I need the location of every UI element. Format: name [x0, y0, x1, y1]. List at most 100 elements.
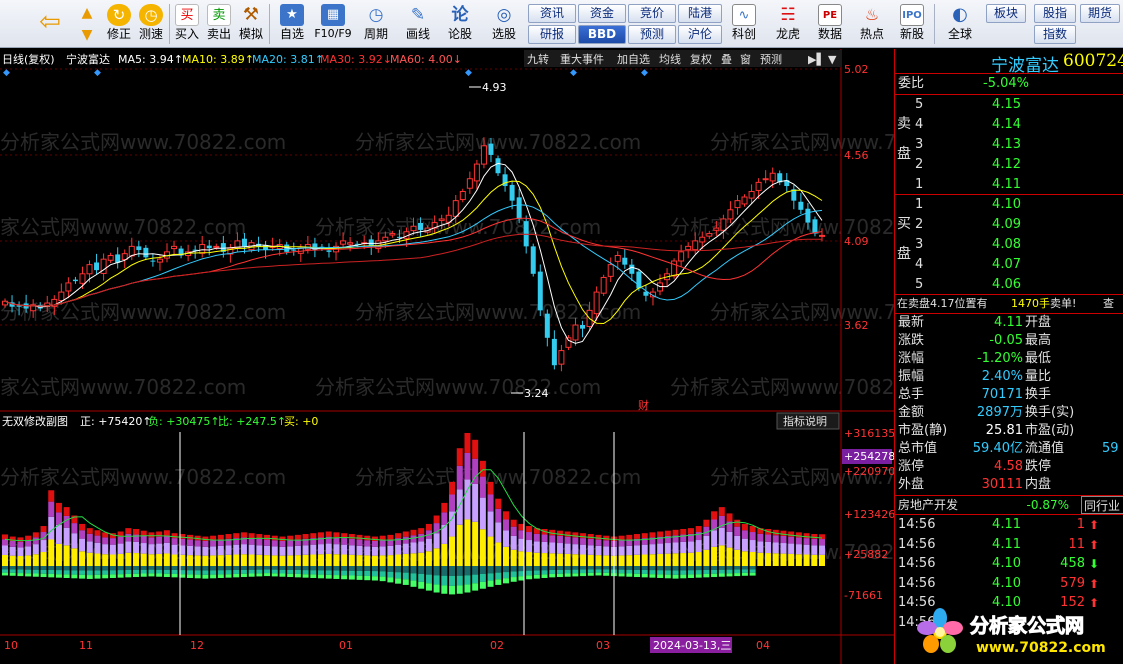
sell-price[interactable]: 4.12 — [975, 156, 1021, 174]
auction-button[interactable]: 竞价 — [628, 4, 676, 23]
indicator-negative-bar — [572, 566, 579, 570]
longhu-button[interactable]: ☵ 龙虎 — [768, 2, 808, 46]
financial-event-marker[interactable]: 财 — [638, 398, 649, 412]
sector-tab[interactable]: 同行业 — [1081, 496, 1123, 514]
global-button[interactable]: ◐ 全球 — [938, 2, 982, 46]
indicator-negative-bar — [325, 570, 332, 575]
indicator-negative-bar — [387, 571, 394, 578]
draw-line-button[interactable]: ✎ 画线 — [400, 2, 436, 46]
sector-button[interactable]: 板块 — [986, 4, 1026, 23]
indicator-positive-bar — [418, 552, 425, 566]
buy-price[interactable]: 4.08 — [975, 236, 1021, 254]
hk-connect-button[interactable]: 陆港 — [678, 4, 722, 23]
kechuang-button[interactable]: ∿ 科创 — [726, 2, 762, 46]
indicator-negative-bar — [364, 570, 371, 576]
buy-level-row: 1 4.10 — [895, 196, 1123, 214]
indicator-tick: -71661 — [844, 589, 883, 602]
funds-button[interactable]: 资金 — [578, 4, 626, 23]
stat-label-right: 跌停 — [1025, 459, 1052, 474]
buy-price[interactable]: 4.07 — [975, 256, 1021, 274]
tool-dropdown-icon[interactable]: ▼ — [828, 53, 837, 66]
notice-text: 在卖盘4.17位置有 — [897, 297, 988, 310]
indicator-negative-bar — [125, 566, 132, 570]
shanghai-london-button[interactable]: 沪伦 — [678, 25, 722, 44]
sell-price[interactable]: 4.15 — [975, 96, 1021, 114]
kline-svg[interactable]: 分析家公式网www.70822.com 分析家公式网www.70822.com 分析… — [0, 49, 894, 664]
stat-row: 总市值 59.40亿 流通值 — [895, 440, 1123, 458]
tool-major-events[interactable]: 重大事件 — [560, 52, 604, 66]
notice-query-button[interactable]: 查 — [1103, 295, 1114, 313]
hot-button[interactable]: ♨ 热点 — [854, 2, 890, 46]
indicator-negative-bar — [371, 566, 378, 572]
up-down-button[interactable]: ▲ ▼ — [72, 2, 102, 46]
indicator-positive-bar — [587, 534, 594, 539]
sell-price[interactable]: 4.14 — [975, 116, 1021, 134]
tool-window[interactable]: 窗 — [740, 52, 751, 66]
simulate-button[interactable]: ⚒ 模拟 — [236, 2, 266, 46]
fix-button[interactable]: ↻ 修正 — [104, 2, 134, 46]
buy-button[interactable]: 买 买入 — [172, 2, 202, 46]
indicator-negative-bar — [595, 572, 602, 576]
back-button[interactable]: ⇦ — [34, 2, 66, 46]
stock-index-button[interactable]: 股指 — [1034, 4, 1076, 23]
buy-level-number: 5 — [915, 277, 924, 292]
indicator-positive-bar — [148, 537, 155, 545]
sell-price[interactable]: 4.13 — [975, 136, 1021, 154]
indicator-negative-bar — [603, 569, 610, 573]
candle-body — [128, 245, 135, 257]
tool-ma[interactable]: 均线 — [659, 52, 681, 66]
indicator-positive-bar — [271, 555, 278, 566]
tool-expand-icon[interactable]: ▶▌ — [808, 52, 825, 66]
tick-time: 14:56 — [898, 556, 936, 571]
news-button[interactable]: 资讯 — [528, 4, 576, 23]
indicator-positive-bar — [695, 526, 702, 533]
indicator-negative-bar — [664, 566, 671, 571]
indicator-positive-bar — [32, 532, 39, 538]
speed-test-button[interactable]: ◷ 测速 — [136, 2, 166, 46]
stock-select-button[interactable]: ◎ 选股 — [484, 2, 524, 46]
f10-button[interactable]: ▦ F10/F9 — [312, 2, 354, 46]
sector-change: -0.87% — [1026, 498, 1069, 512]
discuss-button[interactable]: 论 论股 — [442, 2, 478, 46]
indicator-positive-bar — [356, 545, 363, 556]
buy-price[interactable]: 4.09 — [975, 216, 1021, 234]
indicator-negative-bar — [379, 576, 386, 582]
indicator-negative-bar — [549, 566, 556, 570]
indicator-negative-bar — [425, 566, 432, 575]
candle-body — [389, 233, 396, 236]
buy-level-row: 5 4.06 — [895, 276, 1123, 294]
forecast-button[interactable]: 预测 — [628, 25, 676, 44]
indicator-negative-bar — [680, 566, 687, 571]
indicator-positive-bar — [2, 554, 8, 566]
tool-overlay[interactable]: 叠 — [721, 53, 732, 66]
sell-button[interactable]: 卖 卖出 — [204, 2, 234, 46]
indicator-negative-bar — [325, 574, 332, 579]
buy-price[interactable]: 4.06 — [975, 276, 1021, 294]
watchlist-button[interactable]: ★ 自选 — [274, 2, 310, 46]
tool-fuquan[interactable]: 复权 — [690, 52, 712, 66]
tool-jiuzhuan[interactable]: 九转 — [527, 52, 549, 66]
ipo-button[interactable]: IPO 新股 — [894, 2, 930, 46]
indicator-negative-bar — [533, 570, 540, 575]
longhu-label: 龙虎 — [775, 27, 800, 41]
indicator-positive-bar — [17, 547, 24, 556]
sell-price[interactable]: 4.11 — [975, 176, 1021, 194]
indicator-positive-bar — [9, 546, 16, 556]
research-button[interactable]: 研报 — [528, 25, 576, 44]
bbd-button[interactable]: BBD — [578, 25, 626, 44]
indicator-positive-bar — [456, 465, 463, 490]
index-button[interactable]: 指数 — [1034, 25, 1076, 44]
data-button[interactable]: PE 数据 — [812, 2, 848, 46]
indicator-negative-bar — [364, 575, 371, 581]
indicator-negative-bar — [217, 574, 224, 578]
indicator-positive-bar — [580, 554, 587, 566]
indicator-help-button[interactable]: 指标说明 — [783, 414, 827, 428]
buy-price[interactable]: 4.10 — [975, 196, 1021, 214]
indicator-positive-bar — [819, 545, 825, 555]
indicator-negative-bar — [248, 566, 255, 570]
kline-chart-area[interactable]: 分析家公式网www.70822.com 分析家公式网www.70822.com 分析… — [0, 49, 894, 664]
futures-button[interactable]: 期货 — [1080, 4, 1120, 23]
tool-forecast[interactable]: 预测 — [760, 53, 782, 66]
period-button[interactable]: ◷ 周期 — [358, 2, 394, 46]
tool-add-watchlist[interactable]: 加自选 — [617, 53, 650, 66]
